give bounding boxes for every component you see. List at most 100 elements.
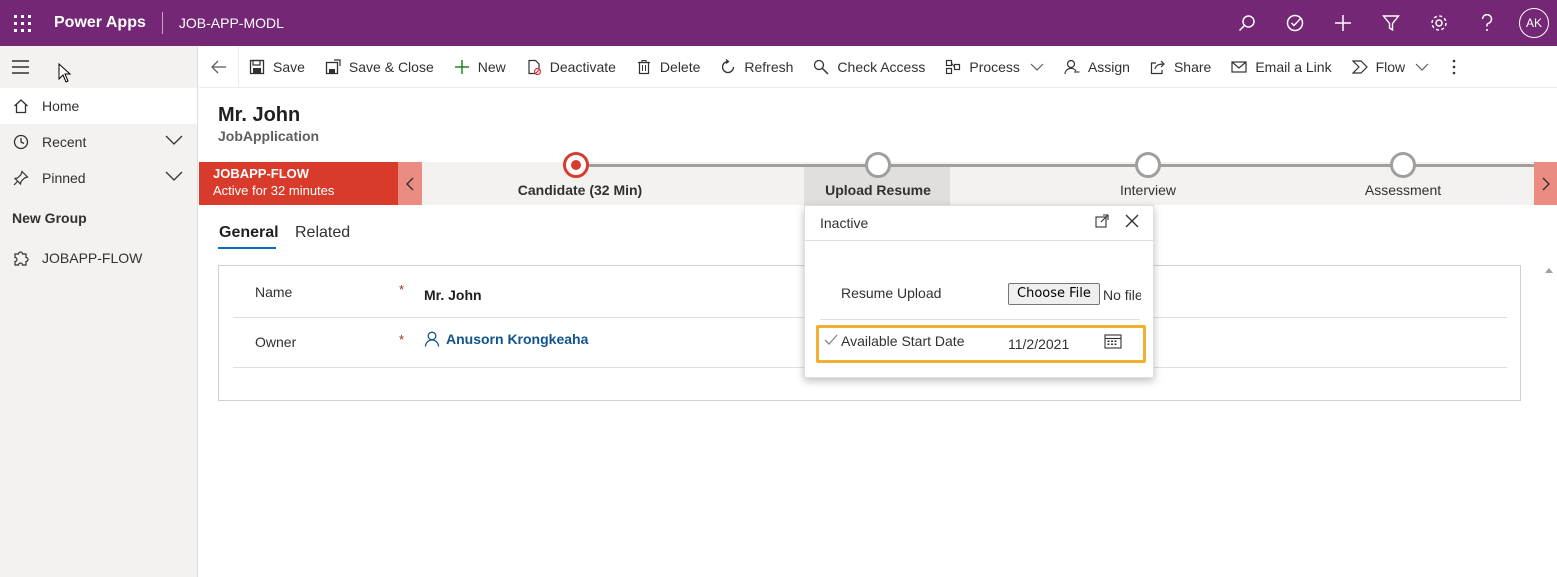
flow-label: Flow bbox=[1375, 58, 1406, 75]
more-commands-button[interactable] bbox=[1439, 59, 1469, 75]
expand-icon[interactable] bbox=[1095, 214, 1109, 228]
sidebar-item-label: Home bbox=[42, 98, 80, 114]
choose-file-button[interactable]: Choose File bbox=[1008, 283, 1100, 305]
help-button[interactable] bbox=[1463, 0, 1511, 46]
stage-upload-resume-label[interactable]: Upload Resume bbox=[825, 182, 931, 198]
check-access-label: Check Access bbox=[837, 58, 926, 75]
app-launcher-button[interactable] bbox=[0, 0, 44, 46]
share-button[interactable]: Share bbox=[1140, 46, 1221, 88]
person-icon bbox=[1064, 59, 1080, 74]
chevron-down-icon[interactable] bbox=[165, 170, 183, 182]
tab-selected-indicator bbox=[218, 247, 276, 249]
stage-upload-resume-marker[interactable] bbox=[865, 152, 891, 178]
hamburger-icon bbox=[12, 60, 29, 74]
required-indicator: * bbox=[399, 332, 405, 347]
home-icon bbox=[12, 97, 30, 115]
stage-assessment-marker[interactable] bbox=[1390, 152, 1416, 178]
new-item-button[interactable] bbox=[1319, 0, 1367, 46]
question-icon bbox=[1481, 14, 1493, 31]
flyout-divider bbox=[820, 319, 1140, 320]
refresh-button[interactable]: Refresh bbox=[710, 46, 803, 88]
puzzle-icon bbox=[12, 249, 30, 267]
sidebar-group-title: New Group bbox=[12, 210, 87, 226]
refresh-label: Refresh bbox=[744, 58, 794, 75]
calendar-icon[interactable] bbox=[1104, 333, 1122, 349]
save-label: Save bbox=[273, 58, 305, 75]
menu-toggle-button[interactable] bbox=[0, 46, 197, 88]
scroll-up-arrow[interactable] bbox=[1545, 268, 1553, 273]
chevron-left-icon bbox=[406, 177, 414, 190]
stage-flyout: Inactive Resume Upload Choose File No fi… bbox=[804, 205, 1154, 378]
flow-button[interactable]: Flow bbox=[1342, 46, 1440, 88]
filter-icon bbox=[1382, 15, 1400, 32]
email-link-button[interactable]: Email a Link bbox=[1221, 46, 1341, 88]
command-bar: Save Save & Close New Deactivate Delete … bbox=[199, 45, 1557, 88]
owner-lookup-link[interactable]: Anusorn Krongkeaha bbox=[424, 331, 588, 347]
pin-icon bbox=[12, 169, 30, 187]
name-field-value[interactable]: Mr. John bbox=[424, 287, 482, 303]
close-icon[interactable] bbox=[1125, 214, 1139, 228]
header-actions: AK bbox=[1223, 0, 1557, 46]
back-button[interactable] bbox=[199, 45, 239, 88]
business-process-flow: JOBAPP-FLOW Active for 32 minutes Candid… bbox=[199, 152, 1557, 205]
stage-candidate-label[interactable]: Candidate (32 Min) bbox=[518, 182, 642, 198]
search-button[interactable] bbox=[1223, 0, 1271, 46]
flow-icon bbox=[1351, 59, 1368, 74]
deactivate-label: Deactivate bbox=[549, 58, 616, 75]
no-file-text: No file chosen bbox=[1103, 287, 1141, 303]
sidebar-item-jobapp-flow[interactable]: JOBAPP-FLOW bbox=[0, 240, 197, 276]
more-vertical-icon bbox=[1452, 59, 1456, 74]
process-label: Process bbox=[969, 58, 1020, 75]
sidebar-item-pinned[interactable]: Pinned bbox=[0, 160, 197, 196]
brand-name[interactable]: Power Apps bbox=[44, 14, 162, 32]
stage-candidate-marker[interactable] bbox=[563, 152, 589, 178]
tab-general[interactable]: General bbox=[219, 224, 279, 242]
stage-interview-marker[interactable] bbox=[1135, 152, 1161, 178]
app-header: Power Apps JOB-APP-MODL AK bbox=[0, 0, 1557, 46]
gear-icon bbox=[1431, 15, 1447, 31]
user-avatar[interactable]: AK bbox=[1519, 8, 1549, 38]
required-indicator: * bbox=[399, 282, 405, 297]
tab-related[interactable]: Related bbox=[295, 224, 350, 242]
arrow-left-icon bbox=[210, 60, 226, 73]
process-icon bbox=[946, 59, 961, 74]
deactivate-button[interactable]: Deactivate bbox=[516, 46, 626, 88]
assign-button[interactable]: Assign bbox=[1054, 46, 1140, 88]
bpf-next-button[interactable] bbox=[1534, 162, 1557, 205]
flyout-header: Inactive bbox=[805, 206, 1153, 241]
start-date-input[interactable]: 11/2/2021 bbox=[1008, 336, 1069, 352]
stage-assessment-label[interactable]: Assessment bbox=[1365, 182, 1441, 198]
chevron-down-icon[interactable] bbox=[165, 134, 183, 146]
email-icon bbox=[1231, 60, 1247, 73]
process-status: Active for 32 minutes bbox=[213, 183, 335, 198]
filter-button[interactable] bbox=[1367, 0, 1415, 46]
stage-interview-label[interactable]: Interview bbox=[1120, 182, 1176, 198]
person-icon bbox=[424, 331, 440, 347]
check-access-button[interactable]: Check Access bbox=[803, 46, 935, 88]
flyout-stage-status: Inactive bbox=[820, 215, 869, 231]
share-label: Share bbox=[1173, 58, 1212, 75]
sidebar-item-recent[interactable]: Recent bbox=[0, 124, 197, 160]
checkmark-icon bbox=[824, 334, 838, 345]
plus-icon bbox=[454, 59, 469, 74]
app-name[interactable]: JOB-APP-MODL bbox=[163, 15, 284, 31]
new-button[interactable]: New bbox=[444, 46, 516, 88]
search-icon bbox=[1238, 15, 1255, 32]
deactivate-icon bbox=[528, 59, 541, 75]
save-close-button[interactable]: Save & Close bbox=[315, 46, 444, 88]
chevron-right-icon bbox=[1542, 177, 1550, 190]
start-date-label: Available Start Date bbox=[841, 333, 965, 349]
save-close-icon bbox=[325, 58, 341, 74]
trash-icon bbox=[637, 59, 650, 74]
refresh-icon bbox=[722, 58, 735, 73]
sidebar-item-home[interactable]: Home bbox=[0, 88, 197, 124]
assistant-button[interactable] bbox=[1271, 0, 1319, 46]
sidebar-item-label: JOBAPP-FLOW bbox=[42, 250, 143, 266]
process-flag[interactable]: JOBAPP-FLOW Active for 32 minutes bbox=[199, 162, 398, 205]
save-button[interactable]: Save bbox=[239, 46, 315, 88]
delete-button[interactable]: Delete bbox=[626, 46, 710, 88]
bpf-prev-button[interactable] bbox=[398, 162, 422, 205]
settings-button[interactable] bbox=[1415, 0, 1463, 46]
process-button[interactable]: Process bbox=[935, 46, 1054, 88]
flyout-header-actions bbox=[1095, 214, 1139, 228]
